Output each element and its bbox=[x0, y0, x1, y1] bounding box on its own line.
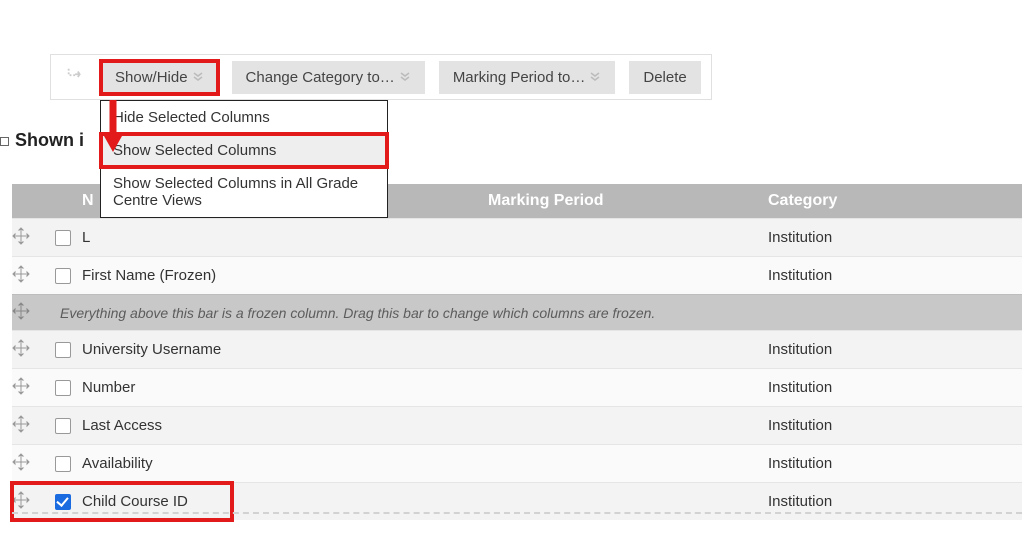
drag-handle-icon[interactable] bbox=[12, 232, 30, 249]
delete-label: Delete bbox=[643, 69, 686, 86]
row-category: Institution bbox=[768, 267, 1022, 284]
row-name: Number bbox=[78, 379, 488, 396]
chevron-down-icon bbox=[589, 69, 601, 86]
delete-button[interactable]: Delete bbox=[629, 61, 700, 94]
frozen-divider[interactable]: Everything above this bar is a frozen co… bbox=[12, 294, 1022, 330]
drag-handle-icon[interactable] bbox=[12, 344, 30, 361]
frozen-message: Everything above this bar is a frozen co… bbox=[48, 305, 655, 321]
table-bottom-border bbox=[12, 512, 1022, 514]
marking-period-label: Marking Period to… bbox=[453, 69, 586, 86]
row-checkbox[interactable] bbox=[55, 268, 71, 284]
row-name: First Name (Frozen) bbox=[78, 267, 488, 284]
row-name: L bbox=[78, 229, 488, 246]
table-row: Availability Institution bbox=[12, 444, 1022, 482]
header-marking-period[interactable]: Marking Period bbox=[488, 192, 768, 210]
table-row: Child Course ID Institution bbox=[12, 482, 1022, 520]
drag-handle-icon[interactable] bbox=[12, 458, 30, 475]
drag-handle-icon[interactable] bbox=[12, 270, 30, 287]
show-hide-label: Show/Hide bbox=[115, 69, 188, 86]
table-row: First Name (Frozen) Institution bbox=[12, 256, 1022, 294]
dropdown-show-all-views[interactable]: Show Selected Columns in All Grade Centr… bbox=[101, 167, 387, 217]
row-checkbox[interactable] bbox=[55, 230, 71, 246]
drag-handle-icon[interactable] bbox=[12, 496, 30, 513]
chevron-down-icon bbox=[192, 69, 204, 86]
marking-period-button[interactable]: Marking Period to… bbox=[439, 61, 616, 94]
collapse-icon[interactable] bbox=[0, 137, 9, 146]
header-category[interactable]: Category bbox=[768, 192, 1022, 210]
table-row: University Username Institution bbox=[12, 330, 1022, 368]
drag-handle-icon[interactable] bbox=[12, 420, 30, 437]
chevron-down-icon bbox=[399, 69, 411, 86]
row-category: Institution bbox=[768, 341, 1022, 358]
dropdown-hide-selected[interactable]: Hide Selected Columns bbox=[101, 101, 387, 134]
drag-handle-icon[interactable] bbox=[12, 382, 30, 399]
row-name: Last Access bbox=[78, 417, 488, 434]
annotation-arrow bbox=[104, 100, 124, 155]
table-row: Number Institution bbox=[12, 368, 1022, 406]
row-checkbox[interactable] bbox=[55, 418, 71, 434]
drag-handle-icon[interactable] bbox=[12, 307, 30, 323]
row-checkbox[interactable] bbox=[55, 380, 71, 396]
row-checkbox[interactable] bbox=[55, 494, 71, 510]
row-checkbox[interactable] bbox=[55, 342, 71, 358]
show-hide-dropdown: Hide Selected Columns Show Selected Colu… bbox=[100, 100, 388, 218]
row-category: Institution bbox=[768, 229, 1022, 246]
change-category-button[interactable]: Change Category to… bbox=[232, 61, 425, 94]
table-row: L Institution bbox=[12, 218, 1022, 256]
row-category: Institution bbox=[768, 379, 1022, 396]
row-category: Institution bbox=[768, 455, 1022, 472]
row-name: University Username bbox=[78, 341, 488, 358]
section-title-text: Shown i bbox=[15, 130, 84, 150]
change-category-label: Change Category to… bbox=[246, 69, 395, 86]
section-title: Shown i bbox=[0, 130, 84, 151]
row-name: Child Course ID bbox=[78, 493, 422, 510]
show-hide-button[interactable]: Show/Hide bbox=[101, 61, 218, 94]
row-checkbox[interactable] bbox=[55, 456, 71, 472]
row-category: Institution bbox=[768, 417, 1022, 434]
bulk-select-icon bbox=[65, 66, 87, 88]
table-row: Last Access Institution bbox=[12, 406, 1022, 444]
toolbar: Show/Hide Change Category to… Marking Pe… bbox=[50, 54, 712, 100]
row-name: Availability bbox=[78, 455, 488, 472]
column-table: N Marking Period Category LInstitutionFi… bbox=[12, 184, 1022, 520]
dropdown-show-selected[interactable]: Show Selected Columns bbox=[101, 134, 387, 167]
row-category: Institution bbox=[768, 493, 1022, 510]
